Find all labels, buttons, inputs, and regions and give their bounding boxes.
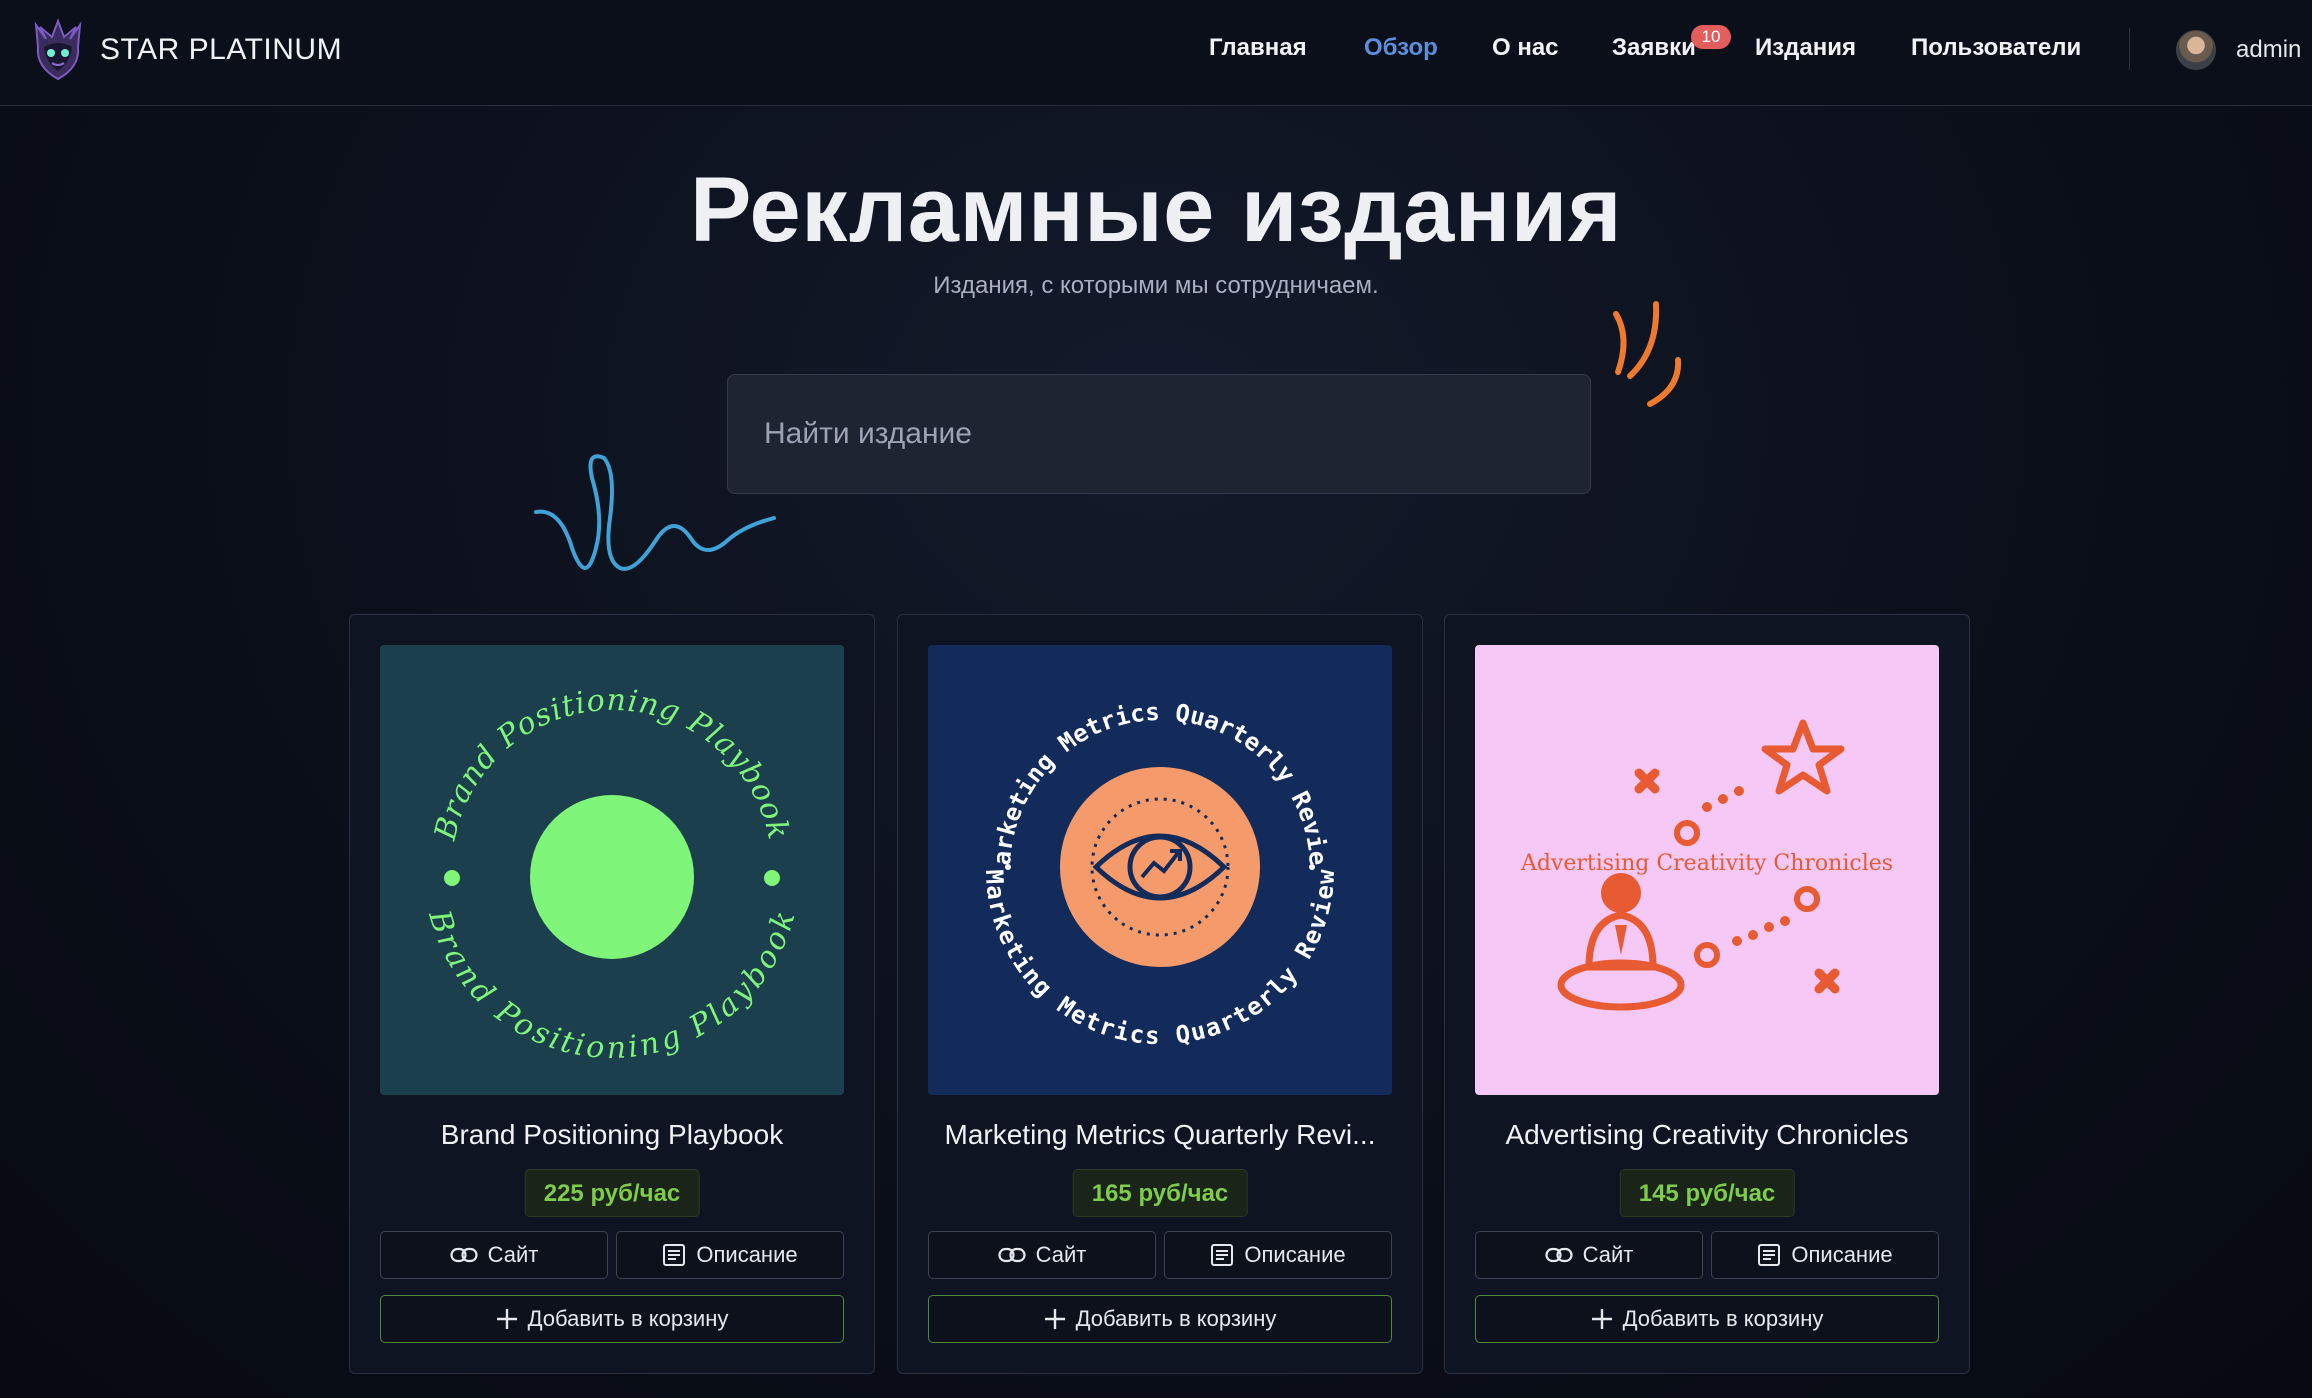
nav-overview[interactable]: Обзор <box>1364 34 1438 62</box>
site-button[interactable]: Сайт <box>1475 1231 1703 1279</box>
cover-image: Brand Positioning Playbook Brand Positio… <box>380 645 844 1095</box>
publication-title: Brand Positioning Playbook <box>440 1119 784 1150</box>
description-button[interactable]: Описание <box>1164 1231 1392 1279</box>
price-badge: 225 руб/час <box>524 1169 700 1217</box>
nav-requests[interactable]: Заявки <box>1612 34 1696 62</box>
search-input[interactable] <box>727 374 1591 494</box>
description-button-label: Описание <box>1244 1242 1346 1267</box>
description-button[interactable]: Описание <box>1711 1231 1939 1279</box>
navbar: STAR PLATINUM Главная Обзор О нас Заявки… <box>0 0 2312 106</box>
nav-divider <box>2129 28 2130 70</box>
page-subtitle: Издания, с которыми мы сотрудничаем. <box>933 272 1379 299</box>
brand-logo-icon <box>34 18 82 81</box>
cover-title: Advertising Creativity Chronicles <box>1520 851 1893 876</box>
site-button[interactable]: Сайт <box>928 1231 1156 1279</box>
add-to-cart-button[interactable]: Добавить в корзину <box>1475 1295 1939 1343</box>
publication-title: Advertising Creativity Chronicles <box>1505 1119 1909 1150</box>
page-title: Рекламные издания <box>689 159 1623 261</box>
brand-name: STAR PLATINUM <box>100 33 343 66</box>
document-icon <box>663 1244 686 1266</box>
add-to-cart-label: Добавить в корзину <box>1075 1306 1277 1331</box>
description-button-label: Описание <box>696 1242 798 1267</box>
publication-card: Brand Positioning Playbook Brand Positio… <box>349 614 875 1374</box>
publication-card: Marketing Metrics Quarterly Review Marke… <box>897 614 1423 1374</box>
nav-home[interactable]: Главная <box>1209 34 1307 62</box>
cover-image: Advertising Creativity Chronicles <box>1475 645 1939 1095</box>
brand[interactable]: STAR PLATINUM <box>30 17 342 83</box>
plus-icon <box>1591 1309 1612 1329</box>
site-button-label: Сайт <box>487 1242 539 1267</box>
site-button-label: Сайт <box>1035 1242 1087 1267</box>
add-to-cart-button[interactable]: Добавить в корзину <box>928 1295 1392 1343</box>
plus-icon <box>496 1309 517 1329</box>
document-icon <box>1211 1244 1234 1266</box>
publication-card: Advertising Creativity Chronicles Advert… <box>1444 614 1970 1374</box>
nav-about[interactable]: О нас <box>1492 34 1559 62</box>
publication-cover[interactable]: Brand Positioning Playbook Brand Positio… <box>380 645 844 1095</box>
decorative-squiggle-orange <box>1613 301 1682 407</box>
description-button[interactable]: Описание <box>616 1231 844 1279</box>
requests-count-badge: 10 <box>1691 25 1731 49</box>
link-icon <box>1545 1247 1573 1263</box>
description-button-label: Описание <box>1791 1242 1893 1267</box>
link-icon <box>998 1247 1026 1263</box>
publication-cover[interactable]: Advertising Creativity Chronicles <box>1475 645 1939 1095</box>
price-badge: 165 руб/час <box>1072 1169 1248 1217</box>
site-button-label: Сайт <box>1582 1242 1634 1267</box>
decorative-squiggle-blue <box>534 454 776 571</box>
site-button[interactable]: Сайт <box>380 1231 608 1279</box>
cover-image: Marketing Metrics Quarterly Review Marke… <box>928 645 1392 1095</box>
add-to-cart-label: Добавить в корзину <box>1622 1306 1824 1331</box>
nav-users[interactable]: Пользователи <box>1911 34 2081 62</box>
publication-title: Marketing Metrics Quarterly Revi... <box>944 1119 1376 1150</box>
nav-publications[interactable]: Издания <box>1755 34 1856 62</box>
add-to-cart-button[interactable]: Добавить в корзину <box>380 1295 844 1343</box>
add-to-cart-label: Добавить в корзину <box>527 1306 729 1331</box>
publication-cover[interactable]: Marketing Metrics Quarterly Review Marke… <box>928 645 1392 1095</box>
avatar[interactable] <box>2176 30 2216 70</box>
price-badge: 145 руб/час <box>1619 1169 1795 1217</box>
plus-icon <box>1044 1309 1065 1329</box>
document-icon <box>1758 1244 1781 1266</box>
link-icon <box>450 1247 478 1263</box>
username[interactable]: admin <box>2236 36 2301 64</box>
